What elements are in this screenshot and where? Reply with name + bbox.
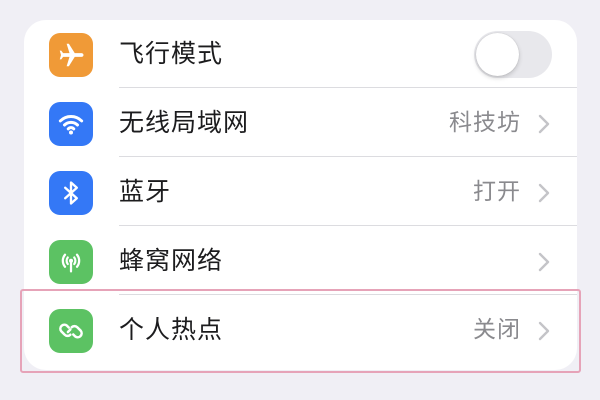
wifi-row[interactable]: 无线局域网 科技坊 bbox=[24, 89, 577, 157]
personal-hotspot-label: 个人热点 bbox=[119, 315, 224, 344]
cellular-row[interactable]: 蜂窝网络 bbox=[24, 227, 577, 295]
cellular-label: 蜂窝网络 bbox=[119, 246, 224, 275]
toggle-knob bbox=[476, 33, 519, 76]
divider bbox=[119, 156, 577, 157]
wifi-icon bbox=[49, 102, 93, 146]
bluetooth-label: 蓝牙 bbox=[119, 177, 172, 206]
airplane-mode-label: 飞行模式 bbox=[119, 39, 224, 68]
bluetooth-row[interactable]: 蓝牙 打开 bbox=[24, 158, 577, 226]
wifi-network-name: 科技坊 bbox=[449, 110, 521, 136]
bluetooth-status: 打开 bbox=[473, 179, 521, 205]
divider bbox=[119, 294, 577, 295]
airplane-mode-row[interactable]: 飞行模式 bbox=[24, 20, 577, 88]
hotspot-icon bbox=[49, 309, 93, 353]
chevron-right-icon bbox=[538, 114, 550, 134]
chevron-right-icon bbox=[538, 252, 550, 272]
bluetooth-icon bbox=[49, 171, 93, 215]
wifi-label: 无线局域网 bbox=[119, 108, 250, 137]
divider bbox=[119, 225, 577, 226]
settings-screen: 飞行模式 无线局域网 科技坊 蓝牙 打开 蜂窝网络 个人热点 关闭 bbox=[0, 0, 600, 400]
settings-group: 飞行模式 无线局域网 科技坊 蓝牙 打开 蜂窝网络 个人热点 关闭 bbox=[24, 20, 577, 370]
airplane-mode-toggle[interactable] bbox=[474, 31, 552, 78]
chevron-right-icon bbox=[538, 183, 550, 203]
personal-hotspot-row[interactable]: 个人热点 关闭 bbox=[24, 296, 577, 364]
divider bbox=[119, 87, 577, 88]
personal-hotspot-status: 关闭 bbox=[473, 317, 521, 343]
cellular-icon bbox=[49, 240, 93, 284]
airplane-icon bbox=[49, 33, 93, 77]
chevron-right-icon bbox=[538, 321, 550, 341]
